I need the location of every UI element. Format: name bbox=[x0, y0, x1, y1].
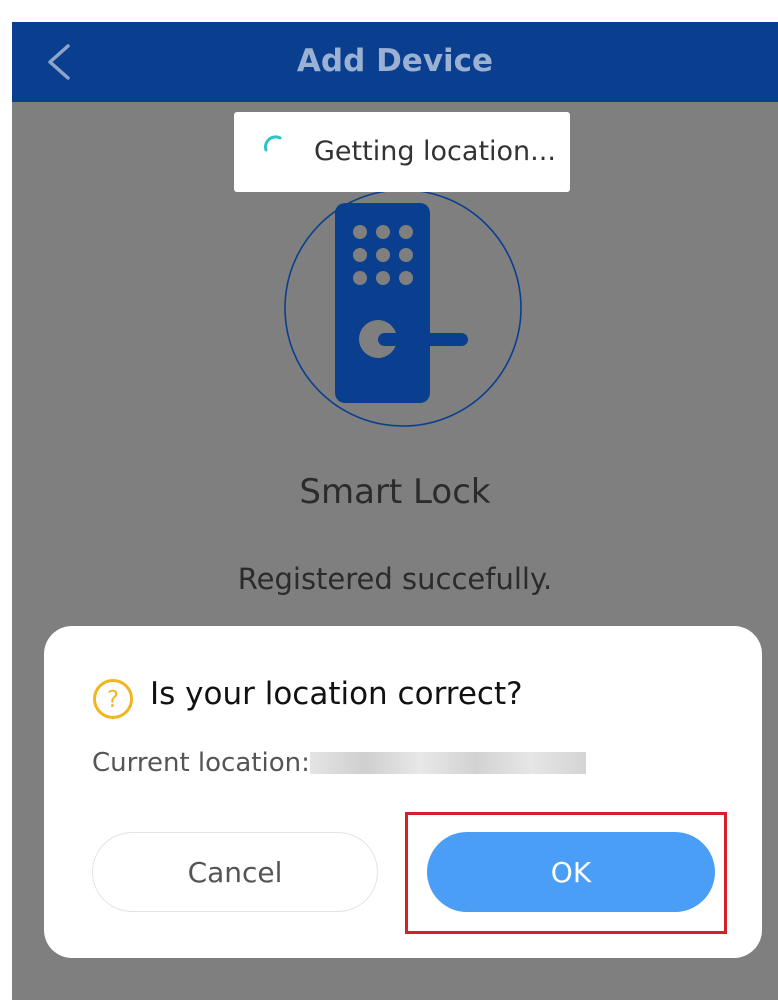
question-icon: ? bbox=[93, 679, 133, 719]
dialog-title: Is your location correct? bbox=[150, 676, 523, 712]
registration-status: Registered succefully. bbox=[237, 562, 553, 596]
cancel-button[interactable]: Cancel bbox=[92, 832, 378, 912]
spinner-icon bbox=[264, 135, 282, 152]
svg-text:?: ? bbox=[107, 687, 119, 713]
smart-lock-icon bbox=[284, 189, 522, 427]
toast-message: Getting location... bbox=[314, 136, 556, 167]
ok-button[interactable]: OK bbox=[427, 832, 715, 912]
current-location-label: Current location: bbox=[92, 748, 310, 778]
page-title: Add Device bbox=[296, 43, 494, 79]
loading-toast: Getting location... bbox=[234, 112, 570, 192]
location-confirm-dialog: ? Is your location correct? Current loca… bbox=[44, 626, 762, 958]
app-screen: Add Device Getting location... Smart Loc… bbox=[12, 22, 778, 1000]
current-location-value-redacted bbox=[310, 752, 586, 774]
app-bar: Add Device bbox=[12, 22, 778, 102]
device-name: Smart Lock bbox=[299, 472, 491, 512]
